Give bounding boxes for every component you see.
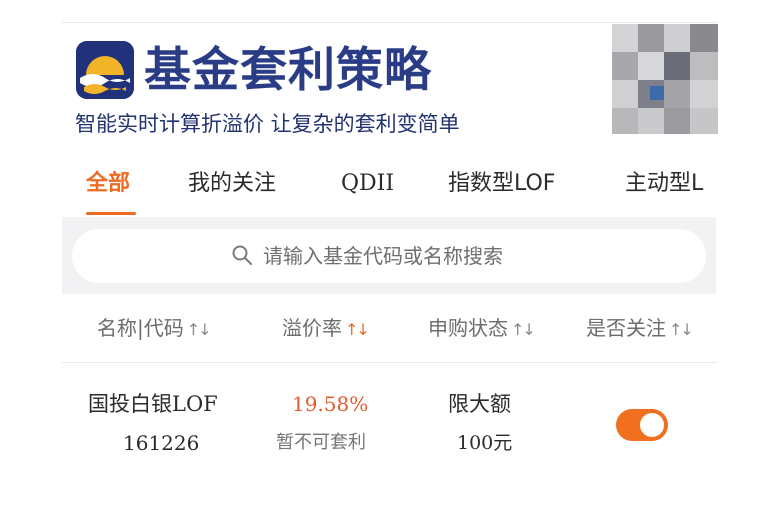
fund-code: 161226	[123, 431, 200, 455]
column-header-name-code[interactable]: 名称|代码 ↑↓	[97, 314, 212, 344]
app-slogan: 智能实时计算折溢价 让复杂的套利变简单	[75, 112, 460, 136]
category-tabs: 全部 我的关注 QDII 指数型LOF 主动型L	[0, 168, 780, 218]
app-title: 基金套利策略	[144, 43, 432, 98]
active-tab-indicator	[86, 212, 136, 215]
column-header-purchase-status[interactable]: 申购状态 ↑↓	[428, 314, 536, 344]
sort-icon[interactable]: ↑↓	[345, 316, 370, 344]
tabs-scroll-edge	[718, 160, 780, 220]
column-header-premium[interactable]: 溢价率 ↑↓	[282, 314, 370, 344]
column-header-label: 溢价率	[282, 316, 342, 340]
tab-index-lof[interactable]: 指数型LOF	[448, 168, 555, 200]
tab-all[interactable]: 全部	[86, 168, 130, 200]
tab-qdii[interactable]: QDII	[341, 168, 394, 200]
column-header-label: 是否关注	[586, 316, 666, 340]
follow-toggle[interactable]	[616, 409, 668, 441]
fund-name[interactable]: 国投白银LOF	[88, 389, 218, 419]
sort-icon[interactable]: ↑↓	[511, 316, 536, 344]
premium-rate: 19.58%	[292, 392, 369, 416]
qr-code-icon[interactable]	[612, 24, 718, 134]
tab-active-lof[interactable]: 主动型L	[625, 168, 703, 200]
sort-icon[interactable]: ↑↓	[669, 316, 694, 344]
top-divider	[62, 22, 718, 23]
search-icon[interactable]	[231, 244, 253, 266]
arbitrage-status: 暂不可套利	[276, 432, 366, 453]
column-header-followed[interactable]: 是否关注 ↑↓	[586, 314, 694, 344]
toggle-knob	[640, 413, 664, 437]
column-header-label: 申购状态	[428, 316, 508, 340]
table-divider	[62, 362, 718, 363]
tab-my-watchlist[interactable]: 我的关注	[188, 168, 276, 200]
search-placeholder: 请输入基金代码或名称搜索	[263, 244, 503, 268]
app-logo-icon	[76, 41, 134, 99]
purchase-status: 限大额	[448, 392, 511, 416]
purchase-limit: 100元	[457, 432, 513, 454]
sort-icon[interactable]: ↑↓	[187, 316, 212, 344]
column-header-label: 名称|代码	[97, 316, 184, 340]
